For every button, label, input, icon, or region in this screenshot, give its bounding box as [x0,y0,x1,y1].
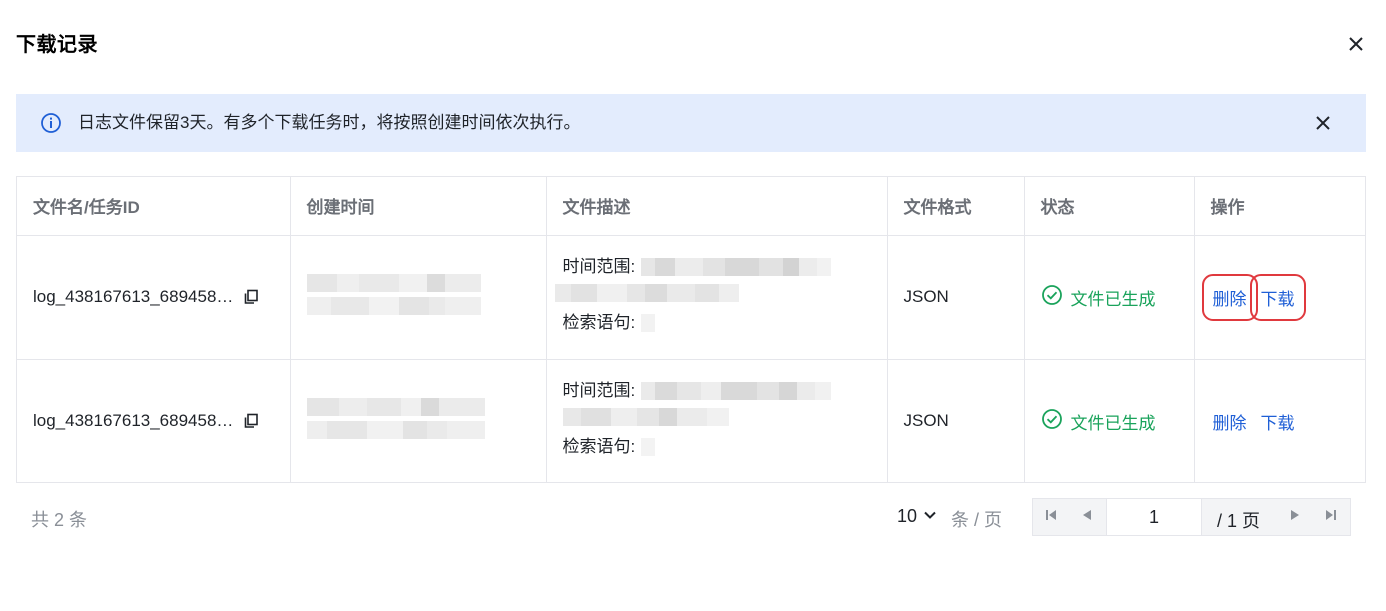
next-page-button[interactable] [1277,499,1313,535]
column-header-created-time[interactable]: 创建时间 [290,177,547,236]
filename-text: log_438167613_689458… [33,411,234,431]
description-cell: 时间范围: 检索语句: [546,235,888,360]
page-size-unit: 条 / 页 [951,510,1003,530]
time-range-label: 时间范围: [562,257,636,276]
first-page-icon [1045,508,1057,526]
page-number-input[interactable] [1106,498,1202,536]
column-header-actions[interactable]: 操作 [1194,177,1365,236]
records-table: 文件名/任务ID 创建时间 文件描述 文件格式 状态 操作 log_438167… [16,176,1366,483]
last-page-button[interactable] [1313,499,1349,535]
download-button[interactable]: 下载 [1249,273,1306,321]
next-page-icon [1289,508,1301,526]
status-cell: 文件已生成 [1024,359,1195,483]
page-size-select[interactable]: 10 [897,506,937,527]
table-row: log_438167613_689458… 时间范围: 检索语句: JSON 文… [17,235,1365,360]
created-time-cell [290,359,547,483]
success-check-icon [1041,408,1063,435]
description-cell: 时间范围: 检索语句: [546,359,888,483]
redacted-time-range-2 [562,408,729,434]
filename-cell: log_438167613_689458… [17,235,291,360]
table-row: log_438167613_689458… 时间范围: 检索语句: JSON 文… [17,359,1365,483]
redacted-query [641,438,656,464]
success-check-icon [1041,284,1063,311]
info-icon [40,112,62,134]
total-count: 共 2 条 [31,510,88,530]
redacted-time [306,274,481,320]
status-cell: 文件已生成 [1024,235,1195,360]
filename-text: log_438167613_689458… [33,287,234,306]
notice-text: 日志文件保留3天。有多个下载任务时，将按照创建时间依次执行。 [78,113,581,132]
info-notice: 日志文件保留3天。有多个下载任务时，将按照创建时间依次执行。 [16,94,1366,152]
column-header-format[interactable]: 文件格式 [887,177,1025,236]
page-size-value: 10 [897,506,918,526]
page-total-text: / 1 页 [1217,511,1261,531]
delete-button[interactable]: 删除 [1201,273,1258,321]
table-header: 文件名/任务ID 创建时间 文件描述 文件格式 状态 操作 [17,177,1365,236]
prev-page-button[interactable] [1069,499,1105,535]
dialog-title: 下载记录 [16,34,98,56]
download-button[interactable]: 下载 [1259,407,1297,436]
column-header-description[interactable]: 文件描述 [546,177,888,236]
copy-icon[interactable] [243,413,259,429]
actions-cell: 删除 下载 [1194,359,1365,483]
query-label: 检索语句: [562,313,636,332]
notice-close-icon[interactable] [1313,113,1333,133]
redacted-time-range [641,382,832,408]
status-text: 文件已生成 [1070,413,1156,433]
redacted-time [306,398,485,444]
query-label: 检索语句: [562,437,636,457]
status-text: 文件已生成 [1070,289,1156,309]
prev-page-icon [1081,508,1093,526]
last-page-icon [1325,508,1337,526]
filename-cell: log_438167613_689458… [17,359,291,483]
redacted-query [641,314,656,340]
format-cell: JSON [887,359,1025,483]
delete-button[interactable]: 删除 [1211,407,1249,436]
column-header-status[interactable]: 状态 [1024,177,1195,236]
format-cell: JSON [887,235,1025,360]
pagination: / 1 页 [1032,498,1351,536]
actions-cell: 删除 下载 [1194,235,1365,360]
column-header-filename[interactable]: 文件名/任务ID [17,177,291,236]
redacted-time-range-2 [554,284,739,310]
chevron-down-icon [923,506,937,527]
first-page-button[interactable] [1033,499,1069,535]
created-time-cell [290,235,547,360]
close-icon[interactable] [1345,33,1367,55]
redacted-time-range [641,258,832,284]
copy-icon[interactable] [243,289,259,305]
time-range-label: 时间范围: [562,381,636,401]
